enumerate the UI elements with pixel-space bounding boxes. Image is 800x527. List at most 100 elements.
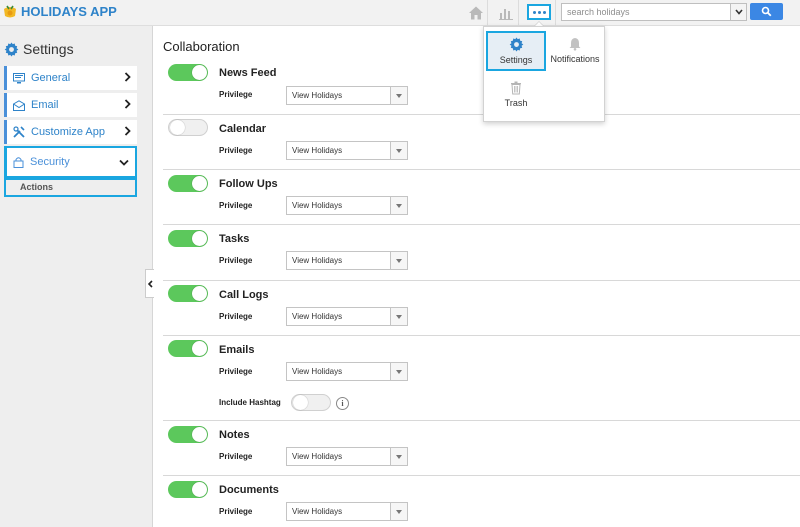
sidebar-header: Settings xyxy=(4,41,74,57)
setting-row-news-feed: News Feed Privilege View Holidays xyxy=(163,59,800,115)
select-value: View Holidays xyxy=(292,91,343,100)
sidebar-item-label: General xyxy=(31,72,71,84)
privilege-label: Privilege xyxy=(219,90,253,99)
notes-toggle[interactable] xyxy=(168,426,208,443)
divider xyxy=(555,0,556,26)
emails-toggle[interactable] xyxy=(168,340,208,357)
search-box xyxy=(561,3,747,21)
privilege-label: Privilege xyxy=(219,452,253,461)
follow-ups-toggle[interactable] xyxy=(168,175,208,192)
sidebar-item-label: Customize App xyxy=(31,126,105,138)
row-title: Follow Ups xyxy=(219,178,278,190)
app-logo-icon xyxy=(4,5,16,18)
call-logs-privilege-select[interactable]: View Holidays xyxy=(286,307,408,326)
row-title: Call Logs xyxy=(219,289,269,301)
sidebar-item-label: Email xyxy=(31,99,59,111)
news-feed-toggle[interactable] xyxy=(168,64,208,81)
setting-row-documents: Documents Privilege View Holidays xyxy=(163,476,800,527)
notes-privilege-select[interactable]: View Holidays xyxy=(286,447,408,466)
menu-item-label: Settings xyxy=(499,55,533,65)
news-feed-privilege-select[interactable]: View Holidays xyxy=(286,86,408,105)
follow-ups-privilege-select[interactable]: View Holidays xyxy=(286,196,408,215)
info-icon[interactable]: i xyxy=(336,397,349,410)
privilege-label: Privilege xyxy=(219,507,253,516)
privilege-label: Privilege xyxy=(219,367,253,376)
row-title: Notes xyxy=(219,429,250,441)
search-scope-dropdown[interactable] xyxy=(730,4,746,20)
chevron-right-icon xyxy=(124,126,131,136)
row-title: Tasks xyxy=(219,233,250,245)
search-button[interactable] xyxy=(750,3,783,20)
top-bar: HOLIDAYS APP xyxy=(0,0,800,26)
caret-down-icon xyxy=(390,197,407,214)
select-value: View Holidays xyxy=(292,367,343,376)
menu-item-settings[interactable]: Settings xyxy=(486,31,546,71)
caret-down-icon xyxy=(390,503,407,520)
row-title: News Feed xyxy=(219,67,277,79)
row-title: Calendar xyxy=(219,123,267,135)
emails-privilege-select[interactable]: View Holidays xyxy=(286,362,408,381)
caret-down-icon xyxy=(390,308,407,325)
caret-down-icon xyxy=(390,252,407,269)
privilege-label: Privilege xyxy=(219,256,253,265)
caret-down-icon xyxy=(390,142,407,159)
sidebar-collapse-toggle[interactable] xyxy=(145,269,154,298)
select-value: View Holidays xyxy=(292,452,343,461)
monitor-icon xyxy=(13,72,25,83)
sidebar-item-email[interactable]: Email xyxy=(4,93,137,117)
select-value: View Holidays xyxy=(292,256,343,265)
chevron-right-icon xyxy=(124,99,131,109)
documents-toggle[interactable] xyxy=(168,481,208,498)
lock-icon xyxy=(13,157,24,168)
sidebar: Settings General Email Customize App Sec… xyxy=(0,26,154,527)
sidebar-item-customize-app[interactable]: Customize App xyxy=(4,120,137,144)
include-hashtag-toggle[interactable] xyxy=(291,394,331,411)
caret-down-icon xyxy=(390,363,407,380)
chevron-right-icon xyxy=(124,72,131,82)
select-value: View Holidays xyxy=(292,146,343,155)
search-input[interactable] xyxy=(562,4,730,20)
gear-icon xyxy=(509,37,523,52)
bar-chart-icon[interactable] xyxy=(497,4,515,22)
menu-item-trash[interactable]: Trash xyxy=(486,77,546,117)
gear-icon xyxy=(4,41,19,57)
app-title: HOLIDAYS APP xyxy=(21,3,117,19)
call-logs-toggle[interactable] xyxy=(168,285,208,302)
documents-privilege-select[interactable]: View Holidays xyxy=(286,502,408,521)
envelope-icon xyxy=(13,99,25,111)
sidebar-item-label: Security xyxy=(30,156,70,168)
menu-item-label: Notifications xyxy=(550,54,600,64)
caret-down-icon xyxy=(390,448,407,465)
divider xyxy=(487,0,488,26)
privilege-label: Privilege xyxy=(219,201,253,210)
more-icon xyxy=(532,10,536,14)
menu-item-label: Trash xyxy=(504,98,528,108)
include-hashtag-label: Include Hashtag xyxy=(219,398,281,407)
select-value: View Holidays xyxy=(292,312,343,321)
privilege-label: Privilege xyxy=(219,312,253,321)
sidebar-subitem-actions[interactable]: Actions xyxy=(4,178,137,197)
home-icon[interactable] xyxy=(467,4,485,22)
row-title: Documents xyxy=(219,484,279,496)
more-menu-button[interactable] xyxy=(527,4,551,20)
menu-item-notifications[interactable]: Notifications xyxy=(544,33,606,73)
select-value: View Holidays xyxy=(292,507,343,516)
row-title: Emails xyxy=(219,344,255,356)
calendar-toggle[interactable] xyxy=(168,119,208,136)
sidebar-item-general[interactable]: General xyxy=(4,66,137,90)
setting-row-follow-ups: Follow Ups Privilege View Holidays xyxy=(163,170,800,225)
tasks-toggle[interactable] xyxy=(168,230,208,247)
calendar-privilege-select[interactable]: View Holidays xyxy=(286,141,408,160)
sidebar-item-security[interactable]: Security xyxy=(4,146,137,178)
privilege-label: Privilege xyxy=(219,146,253,155)
select-value: View Holidays xyxy=(292,201,343,210)
bell-icon xyxy=(569,38,581,51)
tasks-privilege-select[interactable]: View Holidays xyxy=(286,251,408,270)
setting-row-tasks: Tasks Privilege View Holidays xyxy=(163,225,800,281)
setting-row-emails: Emails Privilege View Holidays Include H… xyxy=(163,336,800,421)
search-icon xyxy=(761,6,772,17)
chevron-down-icon xyxy=(119,159,129,166)
app-logo[interactable]: HOLIDAYS APP xyxy=(2,3,117,19)
more-menu-popup: Settings Notifications Trash xyxy=(483,26,605,122)
page-title: Collaboration xyxy=(163,39,240,54)
